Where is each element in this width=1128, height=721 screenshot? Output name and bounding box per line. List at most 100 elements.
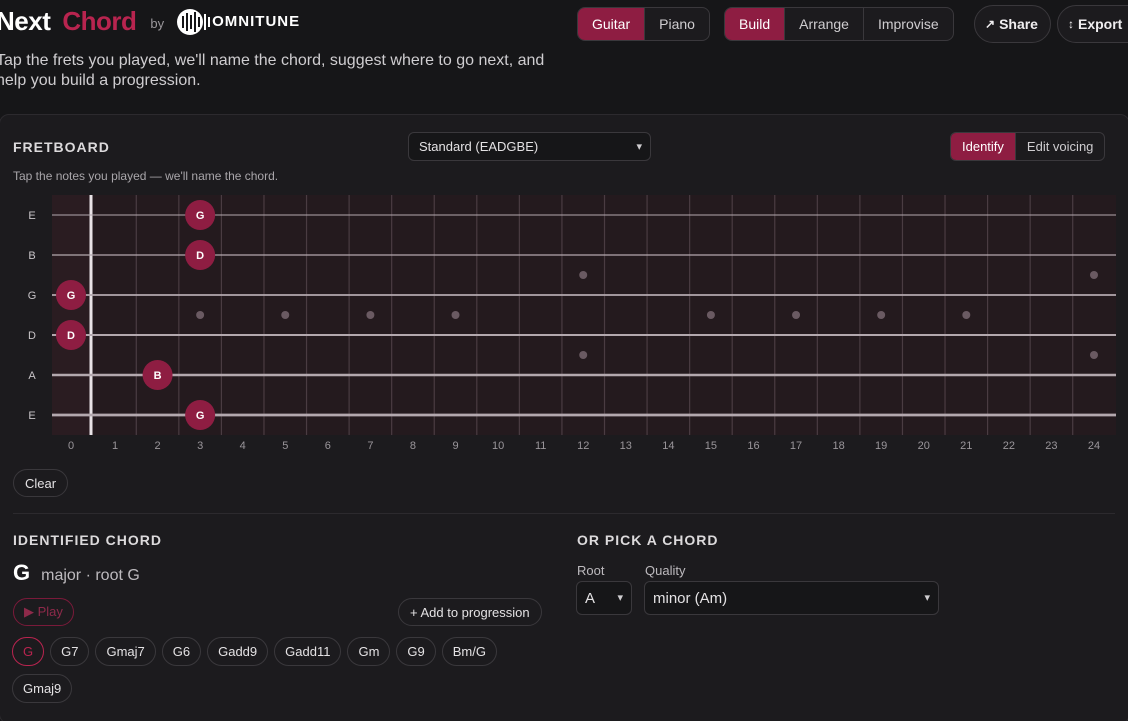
identified-chord-title: IDENTIFIED CHORD: [13, 532, 162, 548]
export-button[interactable]: ↕ Export: [1057, 5, 1128, 43]
fretboard-title: FRETBOARD: [13, 139, 110, 155]
fret-number: 12: [577, 440, 589, 452]
fret-inlay-dot: [877, 311, 886, 319]
note-marker-label: B: [154, 370, 162, 382]
quality-value: minor (Am): [653, 589, 728, 607]
fret-number: 8: [410, 440, 416, 452]
root-select[interactable]: A ▾: [576, 581, 632, 615]
tab-guitar[interactable]: Guitar: [578, 8, 645, 40]
fretboard-canvas[interactable]: EBGDAE0 1 2 3 4 5 6 7 8 9 10 11 12 13 14 15 16 17 18 19 20 21…: [0, 193, 1128, 455]
omnitune-logo-text: OMNITUNE: [212, 13, 301, 30]
brand: Next Chord by OMNITUNE: [0, 6, 300, 37]
chord-chip[interactable]: Bm/G: [441, 637, 497, 666]
tab-arrange[interactable]: Arrange: [784, 8, 863, 40]
fret-number: 20: [918, 440, 930, 452]
export-arrows-icon: ↕: [1068, 17, 1074, 31]
tuning-value: Standard (EADGBE): [419, 139, 539, 154]
fret-number: 15: [705, 440, 717, 452]
fret-number: 1: [112, 440, 118, 452]
string-label: E: [28, 210, 35, 222]
root-value: A: [585, 589, 596, 607]
quality-select[interactable]: minor (Am) ▾: [644, 581, 939, 615]
fretboard-subtitle: Tap the notes you played — we'll name th…: [13, 169, 279, 183]
share-label: Share: [999, 16, 1038, 32]
chord-chip[interactable]: Gmaj9: [12, 674, 73, 703]
chord-symbol: G: [13, 560, 31, 585]
fret-inlay-dot: [579, 271, 588, 279]
fret-number: 13: [620, 440, 632, 452]
identified-chord: G major · root G: [13, 560, 140, 586]
chevron-down-icon: ▾: [617, 592, 623, 604]
fret-number: 17: [790, 440, 802, 452]
fret-number: 21: [960, 440, 972, 452]
fret-number: 11: [535, 440, 546, 452]
app-header: Next Chord by OMNITUNE Tap the frets you…: [0, 0, 1128, 114]
fret-inlay-dot: [366, 311, 375, 319]
fret-inlay-dot: [451, 311, 460, 319]
play-button[interactable]: ▶ Play: [13, 598, 74, 626]
string-label: G: [28, 290, 37, 302]
fretboard-mode-toggle: Identify Edit voicing: [950, 132, 1106, 161]
chord-chip[interactable]: G7: [50, 637, 90, 666]
note-marker-label: G: [196, 210, 205, 222]
fret-number: 22: [1003, 440, 1015, 452]
chord-chip[interactable]: Gm: [347, 637, 391, 666]
tuning-select[interactable]: Standard (EADGBE) ▾: [408, 132, 651, 161]
tab-build[interactable]: Build: [725, 8, 785, 40]
fret-number: 16: [747, 440, 759, 452]
chord-chip[interactable]: G6: [161, 637, 202, 666]
quality-label: Quality: [645, 563, 686, 578]
brand-by: by: [150, 16, 165, 31]
note-marker-label: D: [67, 330, 75, 342]
fret-number: 24: [1088, 440, 1100, 452]
chord-chip[interactable]: Gadd11: [274, 637, 342, 666]
tab-piano[interactable]: Piano: [644, 8, 709, 40]
fret-number: 14: [662, 440, 674, 452]
fret-number: 5: [282, 440, 288, 452]
fretboard-wood: [52, 195, 1116, 435]
tab-improvise[interactable]: Improvise: [862, 8, 953, 40]
clear-button[interactable]: Clear: [13, 469, 69, 497]
string-label: E: [28, 410, 35, 422]
chord-chip[interactable]: G: [12, 637, 45, 666]
fret-number: 7: [367, 440, 373, 452]
add-to-progression-button[interactable]: + Add to progression: [398, 598, 542, 626]
brand-word-chord: Chord: [62, 6, 137, 36]
note-marker-label: G: [67, 290, 76, 302]
alternative-chords: G G7 Gmaj7 G6 Gadd9 Gadd11 Gm G9 Bm/G Gmaj9: [12, 637, 532, 703]
omnitune-logo: OMNITUNE: [176, 8, 300, 36]
fret-inlay-dot: [962, 311, 971, 319]
export-label: Export: [1078, 16, 1123, 32]
open-string-zone: [52, 195, 91, 435]
chord-chip[interactable]: Gmaj7: [95, 637, 156, 666]
string-label: A: [28, 370, 36, 382]
section-divider: [13, 513, 1115, 514]
fret-number: 23: [1045, 440, 1057, 452]
mode-toggle: Build Arrange Improvise: [724, 7, 954, 41]
fret-number: 4: [240, 440, 246, 452]
chord-description: major · root G: [41, 567, 140, 584]
chord-chip[interactable]: Gadd9: [207, 637, 269, 666]
share-arrow-icon: ↗: [985, 17, 996, 31]
note-marker-label: D: [196, 250, 204, 262]
fret-number: 3: [197, 440, 203, 452]
fret-number: 19: [875, 440, 887, 452]
fret-inlay-dot: [1090, 351, 1098, 359]
fretboard[interactable]: E B G D A E 0 1 2 3 4 5 6 7 8 9 10 11 12 13 14 15 16 17 18 19 20 21…: [0, 193, 1128, 455]
tab-identify[interactable]: Identify: [951, 133, 1015, 160]
pick-chord-title: OR PICK A CHORD: [577, 532, 719, 548]
chord-chip[interactable]: G9: [396, 637, 436, 666]
fret-number: 0: [68, 440, 74, 452]
fret-inlay-dot: [706, 311, 715, 319]
fret-inlay-dot: [579, 351, 588, 359]
chevron-down-icon: ▾: [924, 592, 930, 604]
tagline: Tap the frets you played, we'll name the…: [0, 52, 545, 89]
fret-inlay-dot: [792, 311, 801, 319]
fret-number: 10: [492, 440, 504, 452]
fret-number: 9: [452, 440, 458, 452]
share-button[interactable]: ↗ Share: [974, 5, 1051, 43]
tab-edit-voicing[interactable]: Edit voicing: [1014, 133, 1104, 160]
fret-number: 6: [325, 440, 331, 452]
omnitune-logo-mark-icon: [177, 8, 211, 35]
note-marker-label: G: [196, 410, 205, 422]
